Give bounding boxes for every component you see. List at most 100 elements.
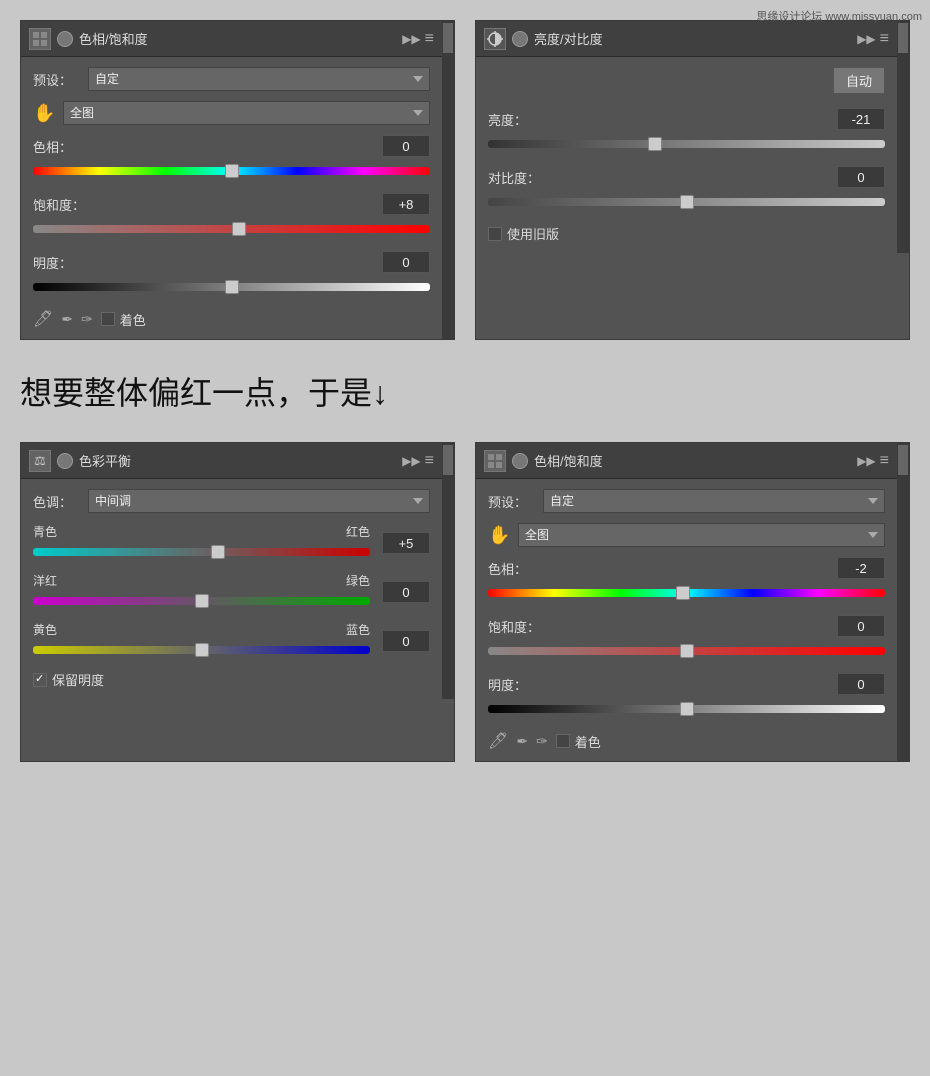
yellow-blue-value[interactable]: 0 [382,630,430,652]
middle-text: 想要整体偏红一点，于是↓ [20,368,910,414]
contrast-value[interactable]: 0 [837,166,885,188]
magenta-green-thumb[interactable] [195,594,209,608]
brightness-value[interactable]: -21 [837,108,885,130]
lightness-value[interactable]: 0 [382,251,430,273]
saturation-thumb[interactable] [232,222,246,236]
panel-header-left-cb: ⚖ 色彩平衡 [29,450,131,472]
channel-row: ✋ 全图 [33,101,430,125]
saturation-value-bot[interactable]: 0 [837,615,885,637]
eyedropper1-icon-bot[interactable]: 🖊 [488,731,508,751]
hand-icon: ✋ [33,103,63,124]
scroll-thumb[interactable] [443,23,453,53]
saturation-thumb-bot[interactable] [680,644,694,658]
forward-icon[interactable]: ▶▶ [402,32,420,46]
brightness-slider[interactable] [488,134,885,154]
yellow-label: 黄色 [33,621,57,638]
preserve-checkbox-box[interactable] [33,673,47,687]
contrast-section: 对比度： 0 [488,166,885,212]
legacy-checkbox-box[interactable] [488,227,502,241]
forward-icon-bc[interactable]: ▶▶ [857,32,875,46]
forward-icon-hsl-bot[interactable]: ▶▶ [857,454,875,468]
scroll-thumb-cb[interactable] [443,445,453,475]
color-balance-panel: ⚖ 色彩平衡 ▶▶ ≡ 色调： [20,442,455,762]
visibility-icon-bc[interactable] [512,31,528,47]
channel-select[interactable]: 全图 [63,101,430,125]
auto-button[interactable]: 自动 [833,67,885,94]
forward-icon-cb[interactable]: ▶▶ [402,454,420,468]
hue-slider-bot[interactable] [488,583,885,603]
visibility-icon[interactable] [57,31,73,47]
cyan-red-thumb[interactable] [211,545,225,559]
lightness-label-bot: 明度： [488,675,527,694]
hue-thumb[interactable] [225,164,239,178]
legacy-label: 使用旧版 [507,224,559,243]
saturation-slider-bot[interactable] [488,641,885,661]
saturation-value[interactable]: +8 [382,193,430,215]
magenta-green-track-wrap[interactable] [33,591,370,611]
colorize-checkbox-bot[interactable]: 着色 [556,732,601,751]
preset-label-bot: 预设： [488,492,543,511]
scrollbar-bottom-left[interactable] [442,443,454,699]
panel-controls-bc: ▶▶ ≡ [857,30,889,48]
eyedropper1-icon[interactable]: 🖊 [33,309,53,329]
lightness-label: 明度： [33,253,72,272]
panel-menu-icon-cb[interactable]: ≡ [425,452,434,470]
brightness-label: 亮度： [488,110,527,129]
panel-menu-icon[interactable]: ≡ [425,30,434,48]
colorize-checkbox-box[interactable] [101,312,115,326]
magenta-green-row: 洋红 绿色 0 [33,572,430,611]
hue-thumb-bot[interactable] [676,586,690,600]
cyan-red-track-wrap[interactable] [33,542,370,562]
colorize-checkbox-box-bot[interactable] [556,734,570,748]
cb-icon-box: ⚖ [29,450,51,472]
saturation-section-bot: 饱和度： 0 [488,615,885,661]
scrollbar-top-left[interactable] [442,21,454,339]
preset-select-bot[interactable]: 自定 [543,489,885,513]
contrast-slider[interactable] [488,192,885,212]
channel-select-bot[interactable]: 全图 [518,523,885,547]
lightness-value-bot[interactable]: 0 [837,673,885,695]
panel-menu-icon-hsl-bot[interactable]: ≡ [880,452,889,470]
scroll-thumb-bc[interactable] [898,23,908,53]
panel-header-hsl-top: 色相/饱和度 ▶▶ ≡ [21,21,442,57]
yellow-blue-thumb[interactable] [195,643,209,657]
magenta-green-value[interactable]: 0 [382,581,430,603]
legacy-checkbox[interactable]: 使用旧版 [488,224,885,243]
colorize-label-bot: 着色 [575,732,601,751]
preserve-checkbox[interactable]: 保留明度 [33,670,430,689]
panel-menu-icon-bc[interactable]: ≡ [880,30,889,48]
hue-value-bot[interactable]: -2 [837,557,885,579]
saturation-slider-track[interactable] [33,219,430,239]
brightness-thumb[interactable] [648,137,662,151]
eyedropper3-icon-bot[interactable]: ✑ [536,733,548,750]
lightness-thumb[interactable] [225,280,239,294]
scrollbar-top-right[interactable] [897,21,909,253]
scrollbar-bottom-right[interactable] [897,443,909,761]
eyedropper3-icon[interactable]: ✑ [81,311,93,328]
scroll-thumb-hsl-bot[interactable] [898,445,908,475]
hue-label-bot: 色相： [488,559,527,578]
hue-slider-track[interactable] [33,161,430,181]
lightness-slider-track[interactable] [33,277,430,297]
yellow-blue-track-wrap[interactable] [33,640,370,660]
visibility-icon-hsl-bot[interactable] [512,453,528,469]
panel-body-cb: 色调： 中间调 青色 红色 [21,479,442,699]
lightness-slider-bot[interactable] [488,699,885,719]
cyan-red-row: 青色 红色 +5 [33,523,430,562]
cyan-red-slider-area: 青色 红色 [33,523,370,562]
hue-value[interactable]: 0 [382,135,430,157]
cyan-red-value[interactable]: +5 [382,532,430,554]
yellow-blue-row: 黄色 蓝色 0 [33,621,430,660]
tools-row-top-left: 🖊 ✒ ✑ 着色 [33,309,430,329]
eyedropper2-icon[interactable]: ✒ [61,311,73,328]
channel-row-bot: ✋ 全图 [488,523,885,547]
eyedropper2-icon-bot[interactable]: ✒ [516,733,528,750]
tone-select[interactable]: 中间调 [88,489,430,513]
colorize-checkbox[interactable]: 着色 [101,310,146,329]
preset-select[interactable]: 自定 [88,67,430,91]
visibility-icon-cb[interactable] [57,453,73,469]
panel-body-hsl-bot: 预设： 自定 ✋ 全图 [476,479,897,761]
lightness-thumb-bot[interactable] [680,702,694,716]
panel-controls-cb: ▶▶ ≡ [402,452,434,470]
contrast-thumb[interactable] [680,195,694,209]
